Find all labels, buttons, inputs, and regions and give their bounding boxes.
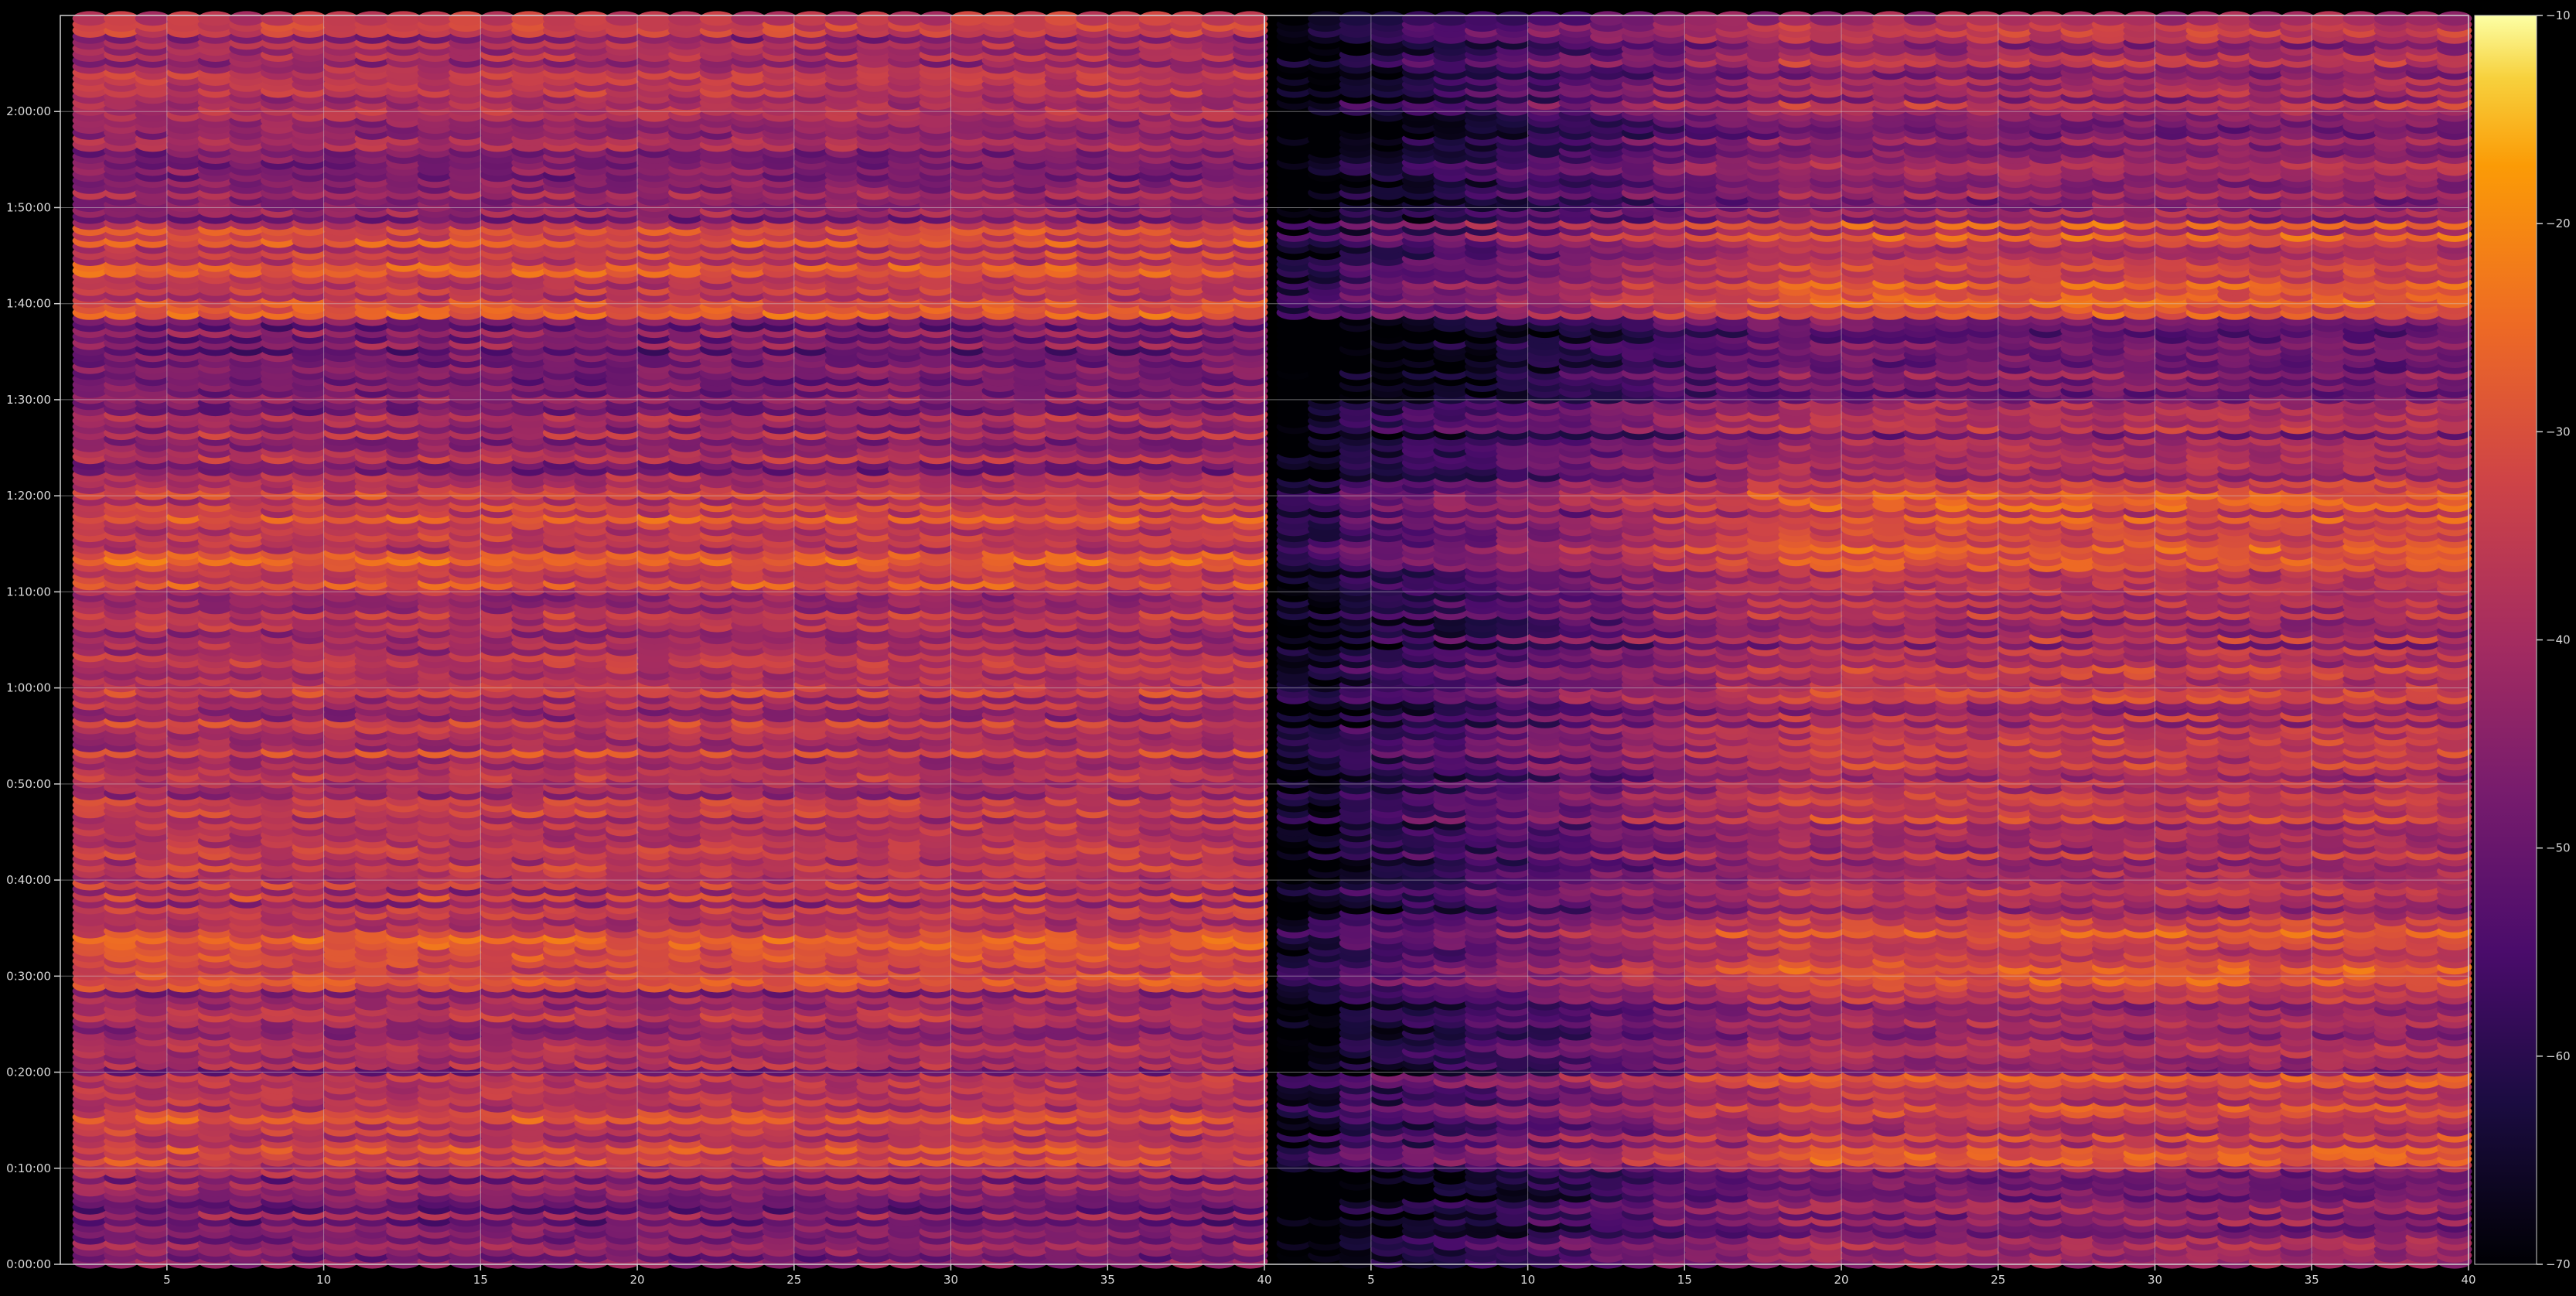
heatmap-cells (72, 11, 2472, 1269)
heatmap-chart: 0:00:00 0:10:00 0:20:00 0:30:00 0:40:00 0:50:… (0, 0, 2576, 1293)
heatmap-panel-1 (72, 11, 1268, 1269)
chart-svg: 0:00:000:10:000:20:000:30:000:40:000:50:… (6, 9, 2570, 1287)
